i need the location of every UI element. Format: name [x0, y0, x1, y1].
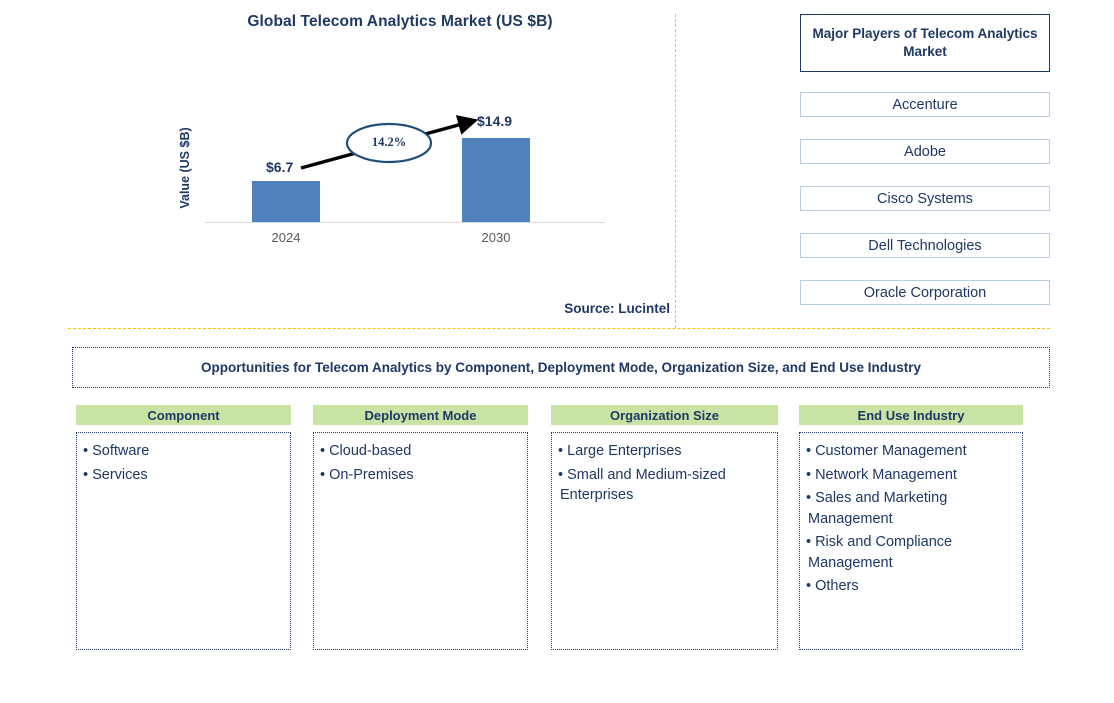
player-box-accenture[interactable]: Accenture [800, 92, 1050, 117]
segment-header-component: Component [76, 405, 291, 425]
bullet-icon: • [83, 443, 89, 459]
list-item: • Large Enterprises [558, 441, 771, 462]
bullet-icon: • [806, 534, 812, 551]
segment-body-end-use-industry: • Customer Management • Network Management •… [799, 432, 1023, 650]
bullet-icon: • [806, 466, 812, 483]
list-item: • Software [83, 441, 284, 462]
vertical-divider [675, 14, 676, 328]
list-item-label: Large Enterprises [567, 443, 682, 459]
bullet-icon: • [320, 466, 326, 483]
bullet-icon: • [558, 466, 564, 483]
bullet-icon: • [320, 443, 326, 459]
horizontal-divider [68, 328, 1050, 329]
list-item: • Network Management [806, 465, 1016, 486]
list-item: • Risk and Compliance Management [806, 532, 1016, 573]
bullet-icon: • [806, 443, 812, 459]
list-item: • Small and Medium-sized Enterprises [558, 465, 771, 506]
segment-header-organization-size: Organization Size [551, 405, 778, 425]
list-item: • Sales and Marketing Management [806, 488, 1016, 529]
player-box-adobe[interactable]: Adobe [800, 139, 1050, 164]
list-item-label: Software [92, 443, 150, 459]
bullet-icon: • [806, 490, 812, 507]
bullet-icon: • [558, 443, 564, 459]
list-item-label: Customer Management [815, 443, 967, 459]
player-box-dell-technologies[interactable]: Dell Technologies [800, 233, 1050, 258]
list-item-label: Small and Medium-sized Enterprises [560, 466, 726, 504]
list-item-label: Cloud-based [329, 443, 412, 459]
source-label: Source: Lucintel [564, 301, 670, 316]
list-item-label: On-Premises [329, 466, 414, 483]
list-item: • Cloud-based [320, 441, 521, 462]
list-item: • Others [806, 576, 1016, 597]
list-item-label: Network Management [815, 466, 957, 483]
cagr-label: 14.2% [371, 135, 407, 149]
list-item-label: Sales and Marketing Management [808, 490, 948, 527]
segment-body-component: • Software • Services [76, 432, 291, 650]
list-item: • On-Premises [320, 465, 521, 486]
player-box-cisco-systems[interactable]: Cisco Systems [800, 186, 1050, 211]
list-item: • Customer Management [806, 441, 1016, 462]
bullet-icon: • [83, 466, 89, 483]
segment-header-end-use-industry: End Use Industry [799, 405, 1023, 425]
list-item-label: Risk and Compliance Management [808, 534, 953, 571]
segment-body-organization-size: • Large Enterprises • Small and Medium-size… [551, 432, 778, 650]
list-item-label: Services [92, 466, 148, 483]
list-item-label: Others [815, 578, 859, 595]
bullet-icon: • [806, 578, 812, 595]
segment-body-deployment-mode: • Cloud-based • On-Premises [313, 432, 528, 650]
segment-header-deployment-mode: Deployment Mode [313, 405, 528, 425]
player-box-oracle-corporation[interactable]: Oracle Corporation [800, 280, 1050, 305]
infographic-page: Global Telecom Analytics Market (US $B) … [0, 0, 1114, 703]
opportunities-banner: Opportunities for Telecom Analytics by C… [72, 347, 1050, 388]
major-players-title: Major Players of Telecom Analytics Marke… [800, 14, 1050, 72]
list-item: • Services [83, 465, 284, 486]
